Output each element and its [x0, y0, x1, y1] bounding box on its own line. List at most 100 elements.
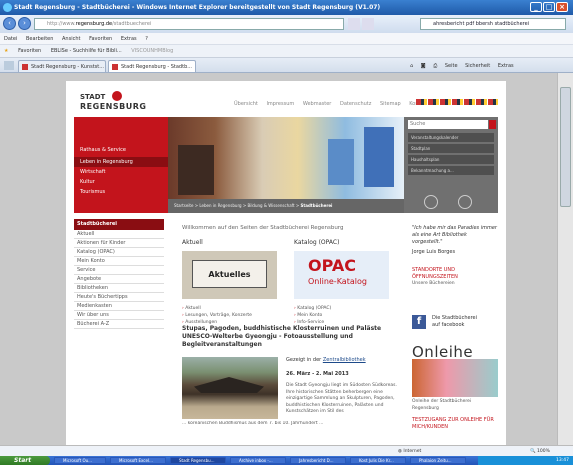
- link-aktuell[interactable]: Aktuell: [182, 305, 252, 312]
- sidenav-item[interactable]: Bibliotheken: [74, 284, 164, 293]
- topnav-datenschutz[interactable]: Datenschutz: [340, 101, 371, 107]
- task-outlook[interactable]: Microsoft Ou...: [54, 457, 106, 464]
- sidenav-item[interactable]: Service: [74, 266, 164, 275]
- menu-help[interactable]: ?: [145, 36, 148, 42]
- address-bar[interactable]: http://www.regensburg.de/stadtbuecherei: [34, 18, 344, 30]
- globe-icon: ◍: [398, 449, 402, 454]
- menu-kultur[interactable]: Kultur: [80, 179, 95, 185]
- sidenav-item[interactable]: Aktionen für Kinder: [74, 239, 164, 248]
- menu-rathaus[interactable]: Rathaus & Service: [80, 147, 126, 153]
- site-logo[interactable]: STADT REGENSBURG: [80, 91, 146, 111]
- feeds-icon[interactable]: ◙: [421, 63, 426, 69]
- browser-viewport: STADT REGENSBURG Übersicht Impressum Web…: [0, 73, 573, 445]
- task-excel[interactable]: Microsoft Excel...: [110, 457, 166, 464]
- back-icon[interactable]: ‹: [3, 17, 16, 30]
- menu-ansicht[interactable]: Ansicht: [62, 36, 80, 42]
- menu-leben[interactable]: Leben in Regensburg: [74, 157, 168, 167]
- favorite-item-eblise[interactable]: EBLISe - Suchhilfe für Bibli...: [51, 48, 122, 54]
- task-jahresbericht[interactable]: Jahresbericht D...: [290, 457, 346, 464]
- facebook-line-2: auf facebook: [432, 322, 465, 328]
- cmd-seite[interactable]: Seite: [445, 63, 458, 69]
- task-ie[interactable]: Stadt Regensbu...: [170, 457, 226, 464]
- hero-panel: [328, 139, 354, 185]
- search-go-button[interactable]: [489, 120, 496, 129]
- link-mein-konto[interactable]: Mein Konto: [294, 312, 331, 319]
- topnav-webmaster[interactable]: Webmaster: [303, 101, 332, 107]
- world-heritage-icon: [458, 195, 472, 209]
- city-crest-icon: [112, 91, 122, 101]
- tab-kunststadt[interactable]: Stadt Regensburg - Kunstst...: [18, 60, 106, 72]
- sidenav-item[interactable]: Heute's Büchertipps: [74, 293, 164, 302]
- zoom-level: 100%: [537, 449, 550, 454]
- maximize-icon[interactable]: □: [543, 2, 555, 12]
- start-button[interactable]: Start: [0, 456, 50, 465]
- sidenav-head[interactable]: Stadtbücherei: [74, 219, 164, 230]
- link-lesungen[interactable]: Lesungen, Vorträge, Konzerte: [182, 312, 252, 319]
- refresh-icon[interactable]: [348, 18, 360, 30]
- tab-label: Stadt Regensburg - Stadtb...: [121, 64, 193, 70]
- tab-stadtbuecherei[interactable]: Stadt Regensburg - Stadtb...: [108, 60, 196, 72]
- link-haushaltsplan[interactable]: Haushaltsplan: [408, 155, 494, 164]
- site-search-input[interactable]: Suche: [408, 120, 488, 129]
- opac-banner[interactable]: OPAC Online-Katalog: [294, 251, 389, 299]
- standorte-heading[interactable]: STANDORTE UND ÖFFNUNGSZEITEN: [412, 267, 498, 281]
- link-veranstaltungskalender[interactable]: Veranstaltungskalender: [408, 133, 494, 142]
- sidenav-item[interactable]: Angebote: [74, 275, 164, 284]
- tab-row: Stadt Regensburg - Kunstst... Stadt Rege…: [0, 58, 573, 73]
- unesco-logos[interactable]: [408, 193, 494, 211]
- home-icon[interactable]: ⌂: [410, 63, 413, 69]
- task-archive[interactable]: Archive inbox -...: [230, 457, 286, 464]
- favorite-item-blog[interactable]: VISCOUNHMBlog: [131, 48, 173, 54]
- link-bekanntmachung[interactable]: Bekanntmachung a...: [408, 166, 494, 175]
- facebook-link[interactable]: f Die Stadtbücherei auf facebook: [412, 313, 498, 333]
- menu-wirtschaft[interactable]: Wirtschaft: [80, 169, 105, 175]
- cmd-sicherheit[interactable]: Sicherheit: [465, 63, 490, 69]
- search-input[interactable]: ahresbericht pdf bbersh stadtbücherei: [420, 18, 566, 30]
- star-icon[interactable]: ★: [4, 48, 8, 54]
- menu-extras[interactable]: Extras: [121, 36, 137, 42]
- stop-icon[interactable]: [362, 18, 374, 30]
- opac-subtitle: Online-Katalog: [308, 277, 367, 286]
- facebook-line-1: Die Stadtbücherei: [432, 315, 477, 321]
- sidenav-item[interactable]: Wir über uns: [74, 311, 164, 320]
- top-navigation: Übersicht Impressum Webmaster Datenschut…: [234, 101, 435, 107]
- onleihe-image[interactable]: [412, 359, 498, 397]
- topnav-uebersicht[interactable]: Übersicht: [234, 101, 258, 107]
- menu-favoriten[interactable]: Favoriten: [89, 36, 112, 42]
- sidenav-item[interactable]: Aktuell: [74, 230, 164, 239]
- menu-datei[interactable]: Datei: [4, 36, 17, 42]
- link-stadtplan[interactable]: Stadtplan: [408, 144, 494, 153]
- testzugang-link[interactable]: TESTZUGANG ZUR ONLEIHE FÜR MICH/KUNDEN: [412, 417, 498, 431]
- topnav-sitemap[interactable]: Sitemap: [380, 101, 401, 107]
- welcome-heading: Willkommen auf den Seiten der Stadtbüche…: [182, 225, 344, 231]
- language-flags[interactable]: [416, 99, 498, 105]
- sidenav-item[interactable]: Mein Konto: [74, 257, 164, 266]
- menu-bar: Datei Bearbeiten Ansicht Favoriten Extra…: [0, 33, 573, 45]
- minimize-icon[interactable]: _: [530, 2, 542, 12]
- sidenav-item[interactable]: Medienkasten: [74, 302, 164, 311]
- link-katalog[interactable]: Katalog (OPAC): [294, 305, 331, 312]
- forward-icon[interactable]: ›: [18, 17, 31, 30]
- task-phalaion[interactable]: Phalaion Zeitu...: [410, 457, 466, 464]
- unsere-buechereien-link[interactable]: Unsere Büchereien: [412, 281, 455, 286]
- sidenav-item[interactable]: Bücherei A-Z: [74, 320, 164, 329]
- menu-tourismus[interactable]: Tourismus: [80, 189, 105, 195]
- tab-grid-icon[interactable]: [4, 61, 14, 70]
- close-icon[interactable]: ×: [556, 2, 568, 12]
- print-icon[interactable]: ⎙: [433, 63, 437, 69]
- scrollbar-thumb[interactable]: [560, 87, 571, 207]
- menu-bearbeiten[interactable]: Bearbeiten: [26, 36, 53, 42]
- url-path: /stadtbuecherei: [112, 21, 152, 27]
- aktuelles-image[interactable]: Aktuelles: [182, 251, 277, 299]
- zentralbibliothek-link[interactable]: Zentralbibliothek: [323, 357, 366, 363]
- article-title[interactable]: Stupas, Pagoden, buddhistische Klosterru…: [182, 325, 404, 349]
- cmd-extras[interactable]: Extras: [498, 63, 514, 69]
- topnav-impressum[interactable]: Impressum: [266, 101, 294, 107]
- sidenav-item[interactable]: Katalog (OPAC): [74, 248, 164, 257]
- vertical-scrollbar[interactable]: [557, 73, 573, 445]
- task-kost[interactable]: Kost Julis Die Kr...: [350, 457, 406, 464]
- favorites-button[interactable]: Favoriten: [18, 48, 41, 54]
- breadcrumb-path[interactable]: Startseite > Leben in Regensburg > Bildu…: [174, 203, 300, 208]
- url-domain: regensburg.de: [75, 21, 113, 27]
- onleihe-link[interactable]: Onleihe der Stadtbücherei Regensburg: [412, 399, 498, 412]
